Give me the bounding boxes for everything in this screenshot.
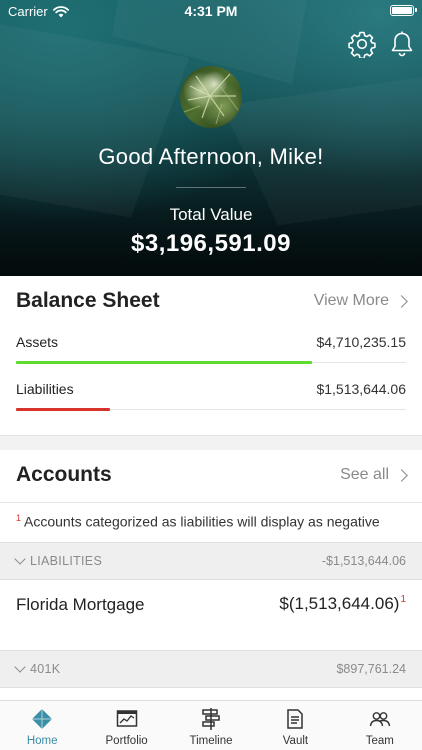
group-total: $897,761.24 — [336, 662, 406, 676]
bell-icon[interactable] — [388, 30, 416, 58]
gear-icon[interactable] — [348, 30, 376, 58]
group-header-401k[interactable]: 401K $897,761.24 — [0, 650, 422, 688]
note-text: Accounts categorized as liabilities will… — [24, 513, 380, 530]
tab-portfolio[interactable]: Portfolio — [84, 701, 168, 750]
home-diamond-icon — [32, 709, 53, 729]
tab-vault[interactable]: Vault — [253, 701, 337, 750]
portfolio-chart-icon — [116, 710, 137, 727]
tab-team[interactable]: Team — [338, 701, 422, 750]
battery-icon — [390, 5, 417, 16]
liabilities-bar-track — [16, 408, 406, 411]
chevron-down-icon — [14, 661, 26, 673]
liabilities-value: $1,513,644.06 — [316, 381, 406, 397]
status-bar: Carrier 4:31 PM — [0, 0, 422, 22]
liabilities-label: Liabilities — [16, 381, 74, 397]
total-value-amount: $3,196,591.09 — [131, 230, 291, 257]
chevron-right-icon — [395, 294, 408, 308]
tab-label: Portfolio — [105, 735, 148, 747]
liabilities-bar — [16, 408, 110, 411]
divider — [176, 187, 246, 188]
tab-label: Vault — [282, 735, 309, 747]
view-more-link[interactable]: View More — [313, 292, 408, 310]
tab-home[interactable]: Home — [0, 701, 84, 750]
tab-label: Home — [26, 735, 58, 747]
account-row-florida-mortgage[interactable]: Florida Mortgage $(1,513,644.06)1 — [0, 580, 422, 640]
accounts-title: Accounts — [16, 463, 112, 486]
total-value-label: Total Value — [169, 205, 253, 224]
greeting: Good Afternoon, Mike! — [98, 144, 324, 169]
team-icon — [369, 712, 391, 727]
tab-label: Timeline — [189, 735, 233, 747]
assets-bar-track — [16, 361, 406, 364]
divider — [0, 502, 422, 503]
balance-sheet-card: Balance Sheet View More Assets $4,710,23… — [0, 276, 422, 436]
view-more-label: View More — [313, 292, 389, 309]
footnote-marker: 1 — [16, 513, 22, 523]
tab-label: Team — [365, 735, 394, 747]
accounts-card: Accounts See all 1 Accounts categorized a… — [0, 450, 422, 700]
group-name: LIABILITIES — [14, 553, 103, 568]
group-total: -$1,513,644.06 — [321, 554, 406, 568]
group-name: 401K — [14, 661, 61, 676]
chevron-down-icon — [14, 553, 26, 565]
see-all-label: See all — [340, 466, 389, 483]
account-value: $(1,513,644.06)1 — [279, 594, 406, 614]
vault-document-icon — [287, 709, 304, 729]
assets-bar — [16, 361, 312, 364]
group-header-liabilities[interactable]: LIABILITIES -$1,513,644.06 — [0, 542, 422, 580]
group-label: LIABILITIES — [30, 554, 103, 568]
footnote-marker: 1 — [400, 594, 406, 606]
header-hero: Carrier 4:31 PM Good Afternoon, Mike! To… — [0, 0, 422, 276]
avatar-photo — [183, 73, 239, 125]
account-amount: $(1,513,644.06) — [279, 594, 400, 613]
chevron-right-icon — [395, 468, 408, 482]
timeline-icon — [202, 708, 220, 730]
balance-sheet-title: Balance Sheet — [16, 289, 160, 312]
tab-timeline[interactable]: Timeline — [169, 701, 253, 750]
liabilities-note: 1 Accounts categorized as liabilities wil… — [16, 513, 380, 530]
clock: 4:31 PM — [184, 3, 238, 19]
account-name: Florida Mortgage — [16, 595, 145, 614]
tab-bar: Home Portfolio Timeline Vault Team — [0, 700, 422, 750]
group-label: 401K — [30, 662, 61, 676]
avatar[interactable] — [180, 66, 242, 128]
assets-label: Assets — [16, 334, 59, 350]
see-all-link[interactable]: See all — [340, 466, 408, 484]
assets-value: $4,710,235.15 — [316, 334, 406, 350]
